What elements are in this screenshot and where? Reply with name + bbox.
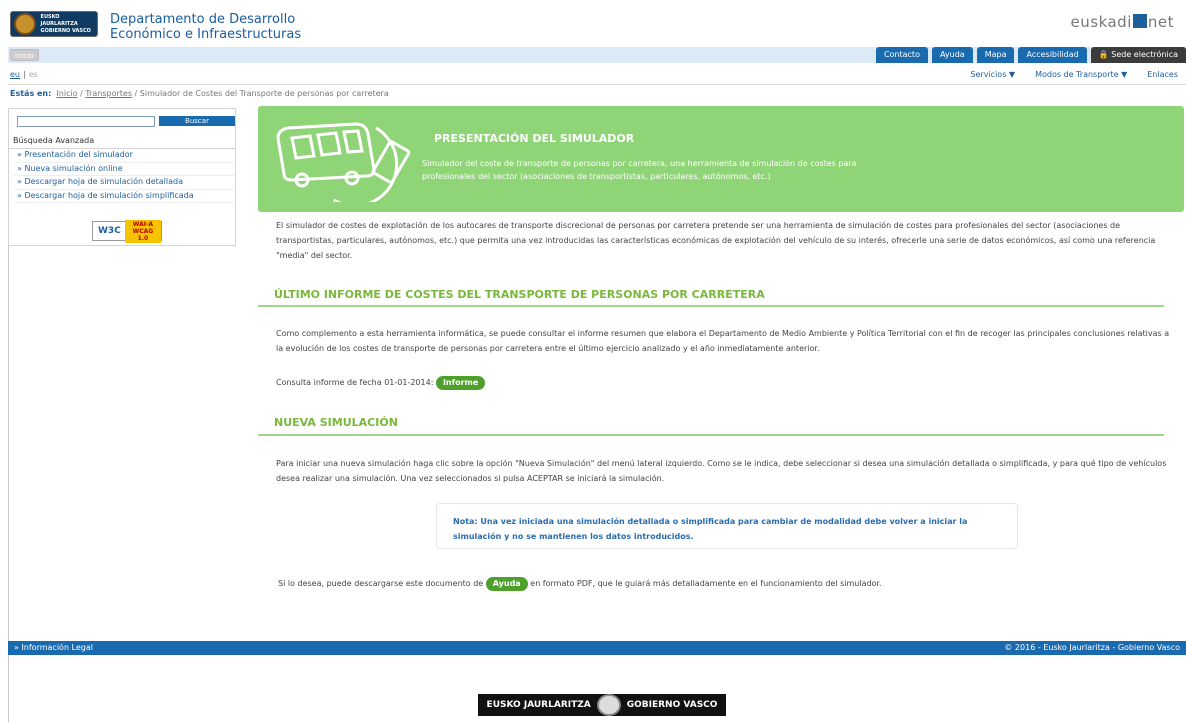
site-header: EUSKO JAURLARITZA GOBIERNO VASCO Departam…	[0, 0, 1186, 44]
contacto-link[interactable]: Contacto	[875, 47, 928, 63]
consulta-informe-line: Consulta informe de fecha 01-01-2014: In…	[276, 375, 1170, 390]
coat-of-arms-icon	[14, 13, 36, 35]
section-nueva-simulacion-title: NUEVA SIMULACIÓN	[274, 416, 398, 429]
note-text: Nota: Una vez iniciada una simulación de…	[453, 517, 968, 541]
enlaces-menu[interactable]: Enlaces	[1147, 70, 1178, 79]
breadcrumb-label: Estás en:	[10, 89, 52, 98]
help-pre: Si lo desea, puede descargarse este docu…	[278, 579, 484, 588]
breadcrumb-current: Simulador de Costes del Transporte de pe…	[139, 89, 389, 98]
euskadi-net-logo[interactable]: euskadi net	[1071, 13, 1174, 31]
buscar-button[interactable]: Buscar	[159, 116, 235, 126]
lock-icon: 🔒	[1098, 50, 1109, 59]
sidebar: Buscar Búsqueda Avanzada » Presentación …	[8, 108, 236, 246]
section-ultimo-informe-title: ÚLTIMO INFORME DE COSTES DEL TRANSPORTE …	[274, 288, 765, 301]
sidebar-menu: » Presentación del simulador » Nueva sim…	[13, 149, 235, 203]
copyright: © 2016 - Eusko Jaurlaritza - Gobierno Va…	[1004, 643, 1180, 652]
footer-logo-left: EUSKO JAURLARITZA	[486, 700, 591, 710]
mapa-link[interactable]: Mapa	[976, 47, 1015, 63]
informe-button[interactable]: Informe	[435, 375, 486, 390]
logo-text: EUSKO JAURLARITZA GOBIERNO VASCO	[40, 13, 91, 34]
footer-logo-right: GOBIERNO VASCO	[626, 700, 718, 710]
breadcrumb-sep: /	[132, 89, 140, 98]
department-line-2: Económico e Infraestructuras	[110, 27, 302, 42]
sidebar-item-descargar-detallada[interactable]: » Descargar hoja de simulación detallada	[13, 176, 235, 190]
government-logo[interactable]: EUSKO JAURLARITZA GOBIERNO VASCO	[10, 11, 98, 37]
department-line-1: Departamento de Desarrollo	[110, 12, 296, 27]
section-divider	[258, 305, 1164, 307]
brand-net: net	[1147, 13, 1174, 31]
intro-paragraph: El simulador de costes de explotación de…	[276, 221, 1156, 260]
wai-line-1: WAI-A	[132, 220, 154, 228]
coat-of-arms-icon	[596, 694, 621, 716]
brand-square-icon	[1132, 14, 1147, 28]
modos-transporte-menu[interactable]: Modos de Transporte ▼	[1035, 70, 1127, 79]
servicios-menu[interactable]: Servicios ▼	[970, 70, 1015, 79]
sede-electronica-link[interactable]: 🔒 Sede electrónica	[1090, 47, 1186, 63]
wai-a-badge[interactable]: W3C WAI-A WCAG 1.0	[92, 219, 162, 243]
lang-separator: |	[23, 70, 26, 79]
footer-bar: » Información Legal © 2016 - Eusko Jaurl…	[8, 641, 1186, 655]
bus-calculator-icon	[276, 122, 411, 202]
busqueda-avanzada-link[interactable]: Búsqueda Avanzada	[9, 133, 235, 149]
section-ultimo-informe-text: Como complemento a esta herramienta info…	[276, 329, 1170, 353]
help-line: Si lo desea, puede descargarse este docu…	[278, 576, 1172, 591]
presentation-banner: PRESENTACIÓN DEL SIMULADOR Simulador del…	[258, 106, 1184, 212]
breadcrumb-transportes[interactable]: Transportes	[85, 89, 132, 98]
ayuda-link[interactable]: Ayuda	[931, 47, 973, 63]
w3c-icon: W3C	[98, 226, 121, 236]
sidebar-item-nueva-simulacion[interactable]: » Nueva simulación online	[13, 163, 235, 176]
department-name[interactable]: Departamento de Desarrollo Económico e I…	[110, 12, 301, 42]
secondary-menu: Servicios ▼ Modos de Transporte ▼ Enlace…	[950, 70, 1178, 79]
ayuda-button[interactable]: Ayuda	[485, 576, 528, 591]
note-box: Nota: Una vez iniciada una simulación de…	[436, 503, 1018, 549]
inicio-tab[interactable]: Inicio	[10, 49, 39, 61]
accesibilidad-link[interactable]: Accesibilidad	[1018, 47, 1087, 63]
brand-euskadi: euskadi	[1070, 13, 1132, 31]
wai-line-2: WCAG 1.0	[132, 227, 154, 242]
footer-government-logo[interactable]: EUSKO JAURLARITZA GOBIERNO VASCO	[478, 694, 726, 716]
sede-label: Sede electrónica	[1111, 50, 1178, 59]
sidebar-item-descargar-simplificada[interactable]: » Descargar hoja de simulación simplific…	[13, 190, 235, 203]
sidebar-item-presentacion[interactable]: » Presentación del simulador	[13, 149, 235, 163]
language-switcher: eu | es	[10, 70, 38, 79]
breadcrumb-inicio[interactable]: Inicio	[56, 89, 77, 98]
section-divider	[258, 434, 1164, 436]
search-input[interactable]	[17, 116, 155, 127]
consulta-label: Consulta informe de fecha 01-01-2014:	[276, 378, 434, 387]
lang-es[interactable]: es	[29, 70, 38, 79]
banner-title: PRESENTACIÓN DEL SIMULADOR	[434, 132, 635, 145]
banner-subtitle: Simulador del coste de transporte de per…	[422, 159, 857, 181]
informacion-legal-link[interactable]: » Información Legal	[14, 641, 93, 655]
divider	[8, 84, 1186, 85]
help-post: en formato PDF, que le guiará más detall…	[530, 579, 882, 588]
breadcrumb: Estás en: Inicio / Transportes / Simulad…	[10, 89, 389, 98]
lang-eu[interactable]: eu	[10, 70, 20, 79]
section-nueva-simulacion-text: Para iniciar una nueva simulación haga c…	[276, 459, 1167, 483]
top-links: Contacto Ayuda Mapa Accesibilidad 🔒 Sede…	[872, 47, 1186, 63]
wcag-label: WAI-A WCAG 1.0	[124, 219, 161, 243]
